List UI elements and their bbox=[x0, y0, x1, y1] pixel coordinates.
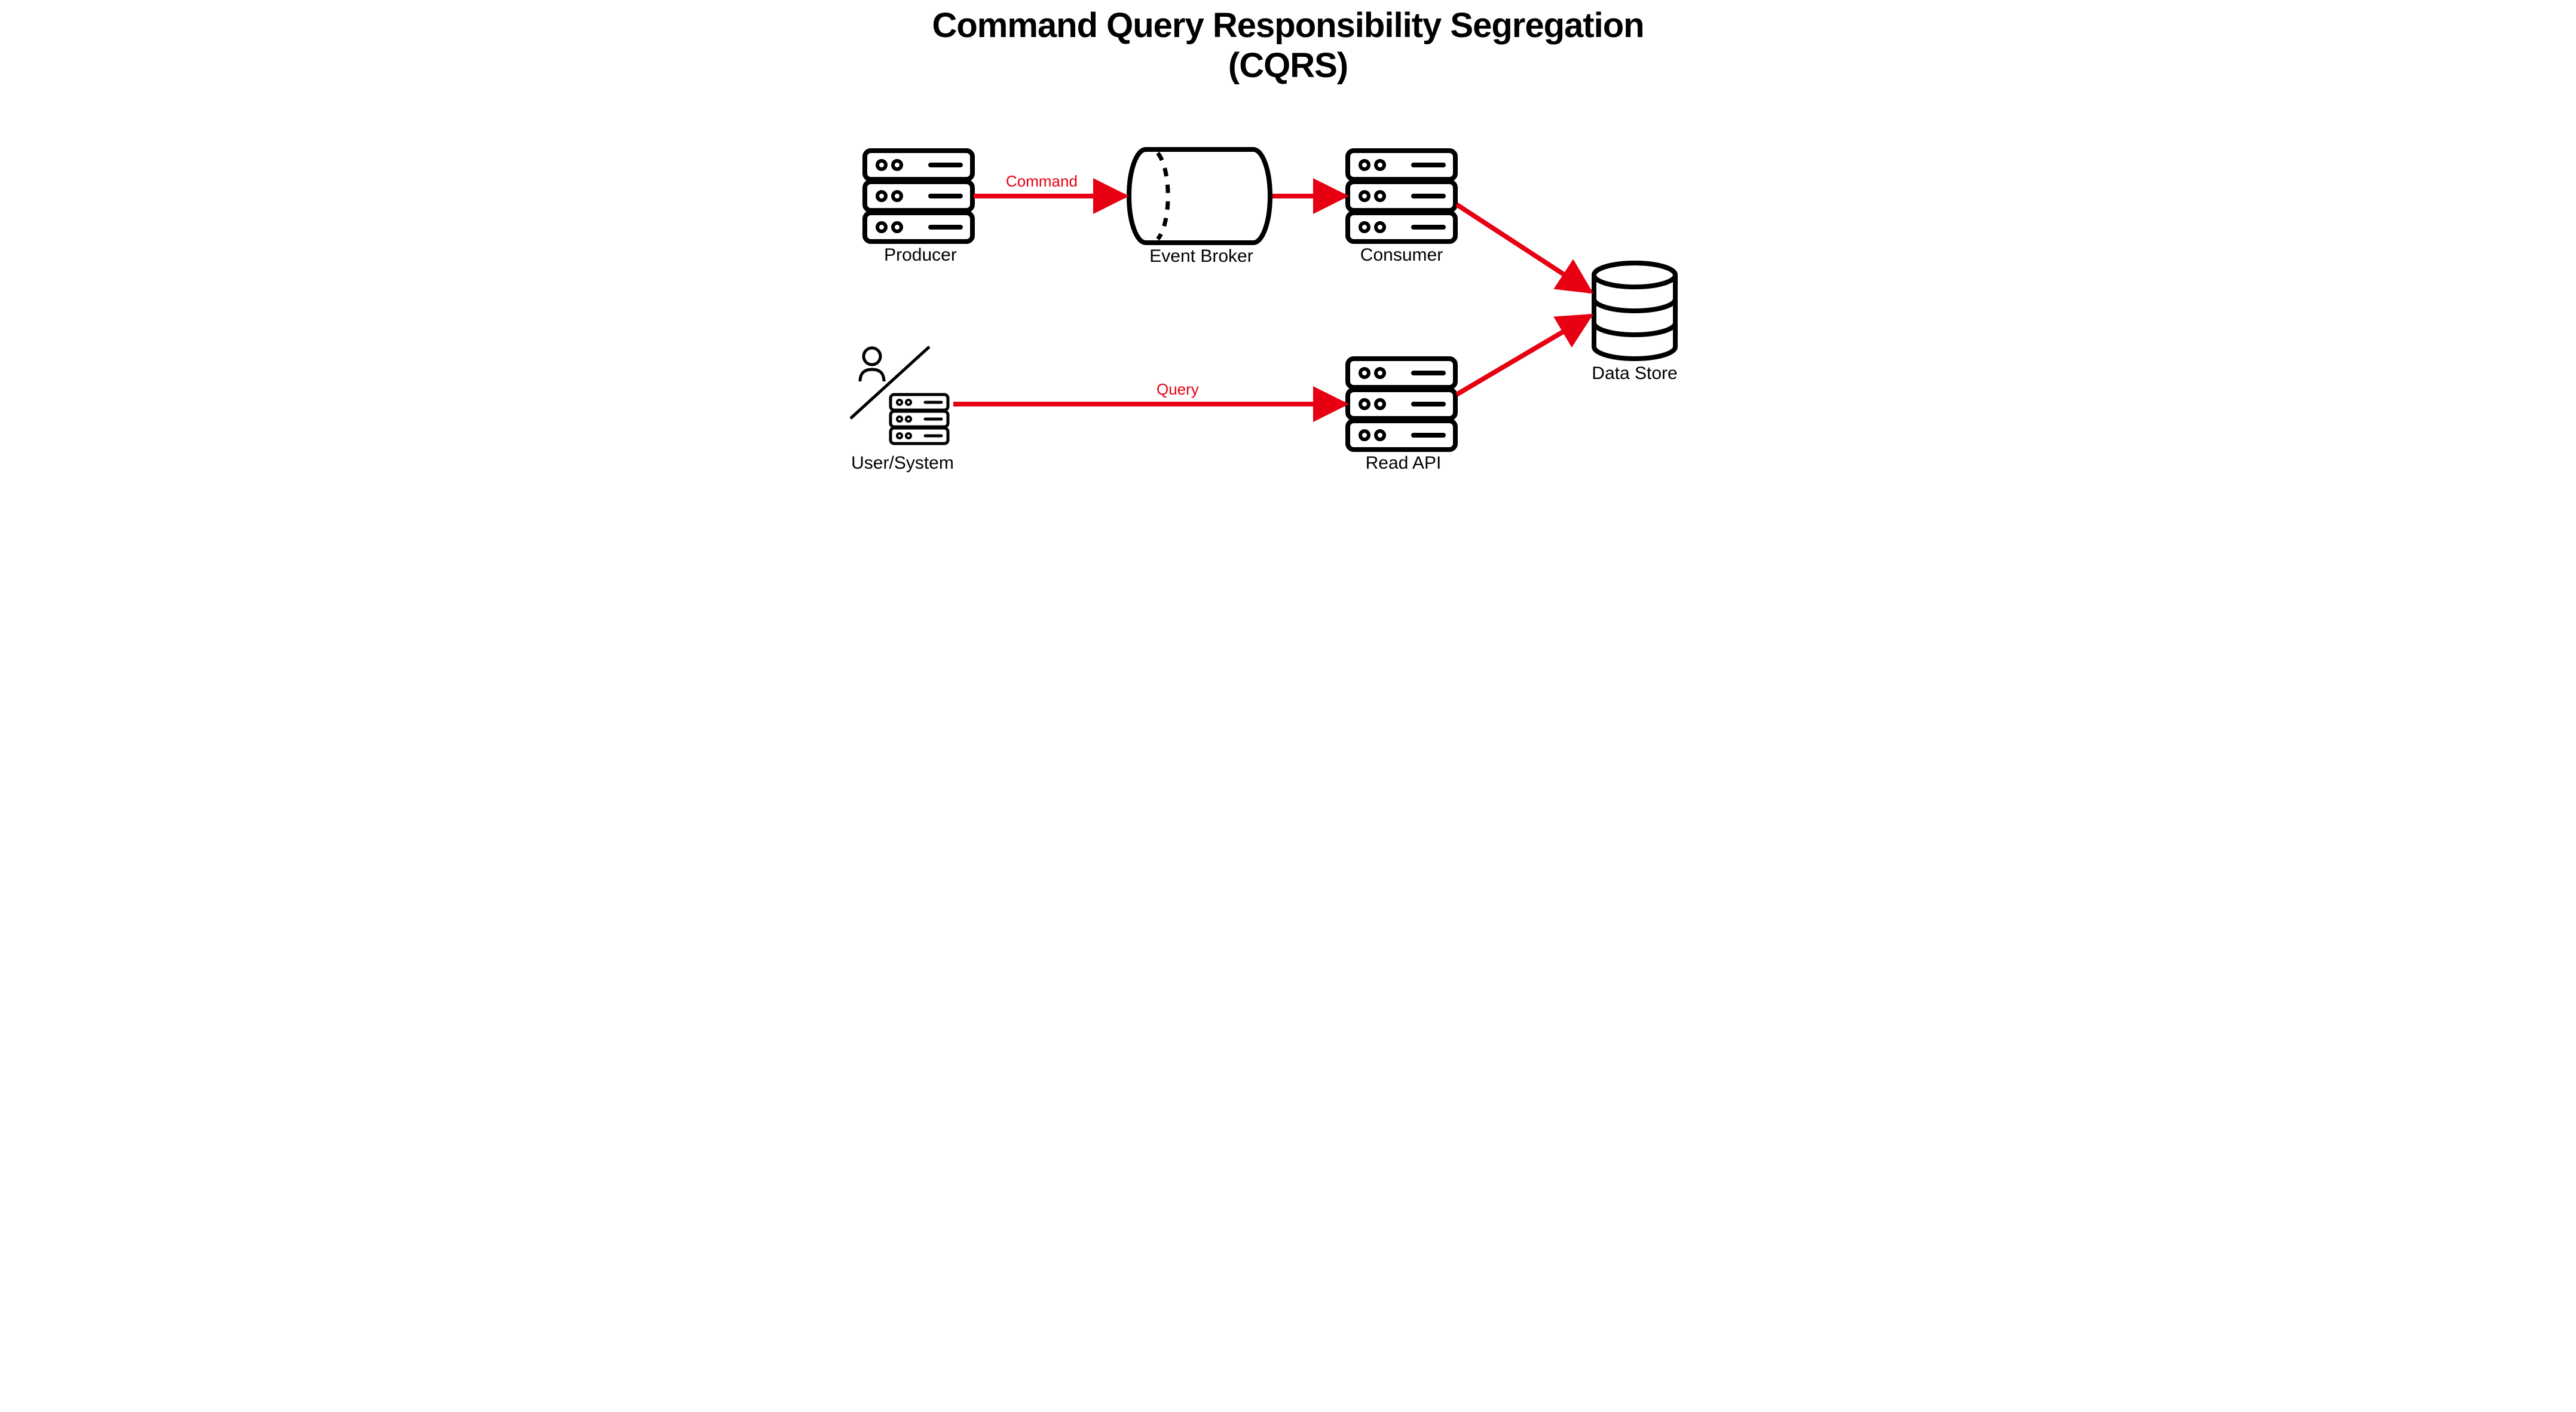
event-broker-label: Event Broker bbox=[1139, 246, 1264, 267]
read-api-label: Read API bbox=[1359, 453, 1448, 473]
event-broker-icon bbox=[1129, 149, 1270, 243]
producer-label: Producer bbox=[876, 245, 965, 265]
producer-icon bbox=[865, 151, 972, 242]
data-store-label: Data Store bbox=[1587, 363, 1682, 384]
user-system-label: User/System bbox=[846, 453, 959, 473]
consumer-icon bbox=[1348, 151, 1455, 242]
query-edge-label: Query bbox=[1157, 380, 1199, 399]
arrow-consumer-to-store bbox=[1457, 204, 1590, 292]
data-store-icon bbox=[1594, 263, 1675, 359]
diagram-canvas bbox=[840, 0, 1736, 490]
consumer-label: Consumer bbox=[1354, 245, 1449, 265]
diagram-stage: Command Query Responsibility Segregation… bbox=[840, 0, 1736, 490]
arrow-readapi-to-store bbox=[1457, 316, 1590, 395]
user-system-icon bbox=[850, 347, 948, 444]
command-edge-label: Command bbox=[1006, 172, 1078, 191]
read-api-icon bbox=[1348, 359, 1455, 450]
